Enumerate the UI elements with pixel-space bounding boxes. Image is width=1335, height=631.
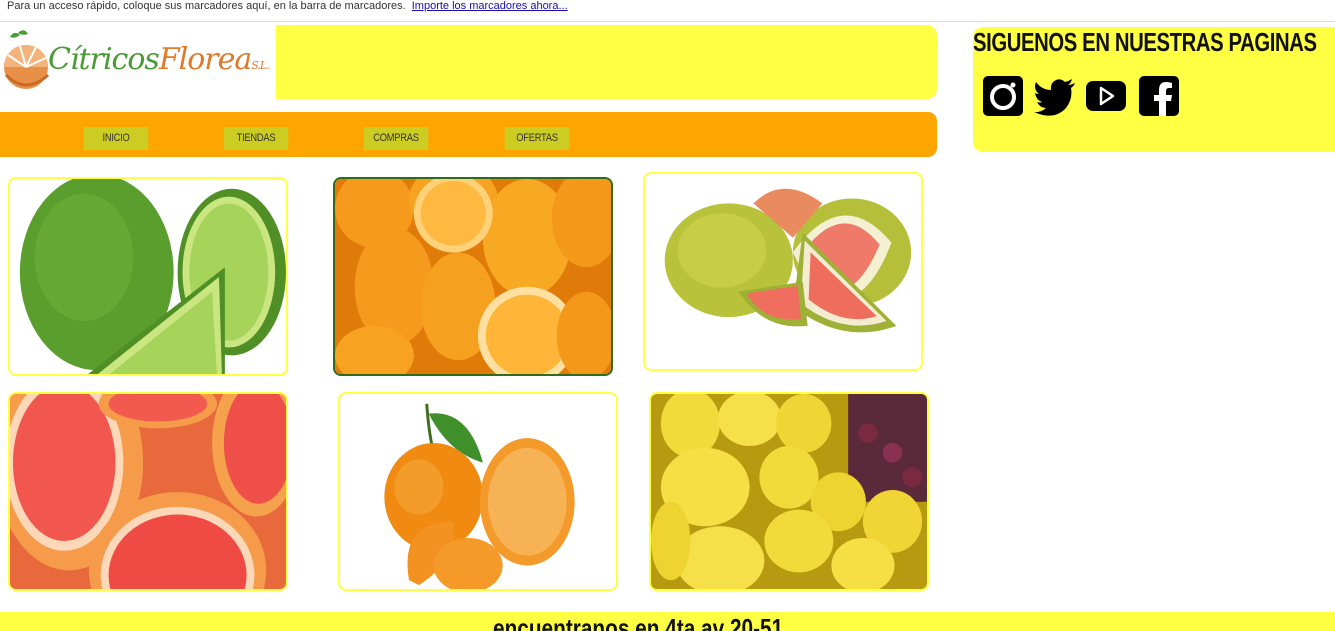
lemons-image: [651, 394, 927, 589]
youtube-icon[interactable]: [1085, 75, 1127, 117]
oranges-image: [335, 179, 611, 374]
nav-ofertas[interactable]: OFERTAS: [504, 127, 570, 150]
import-bookmarks-link[interactable]: Importe los marcadores ahora...: [412, 0, 568, 12]
logo-text: CítricosFloreaS.L.: [48, 42, 270, 77]
nav-inicio[interactable]: INICIO: [83, 127, 149, 150]
oranges-tile[interactable]: [333, 177, 613, 376]
bookmarks-bar: Para un acceso rápido, coloque sus marca…: [0, 0, 1335, 22]
logo[interactable]: CítricosFloreaS.L.: [0, 25, 276, 100]
pomelo-tile[interactable]: [643, 172, 923, 371]
social-panel: SIGUENOS EN NUESTRAS PAGINAS: [973, 27, 1335, 152]
limes-image: [19, 179, 286, 374]
pomelo-image: [664, 188, 912, 333]
logo-suffix: S.L.: [251, 59, 269, 72]
mandarins-image: [384, 403, 575, 589]
facebook-icon[interactable]: [1138, 75, 1180, 117]
nav-compras[interactable]: COMPRAS: [363, 127, 429, 150]
main-nav: INICIO TIENDAS COMPRAS OFERTAS: [0, 112, 937, 157]
lemons-tile[interactable]: [649, 392, 929, 591]
logo-word-2: Florea: [158, 42, 252, 77]
twitter-icon[interactable]: [1034, 75, 1076, 117]
social-title: SIGUENOS EN NUESTRAS PAGINAS: [973, 27, 1317, 57]
header-banner: [276, 25, 937, 99]
bookmarks-message: Para un acceso rápido, coloque sus marca…: [7, 0, 406, 12]
footer-strip: encuentranos en 4ta av 20-51: [0, 612, 1335, 631]
limes-tile[interactable]: [8, 177, 288, 376]
footer-address: encuentranos en 4ta av 20-51: [493, 613, 784, 631]
mandarins-tile[interactable]: [338, 392, 618, 591]
logo-word-1: Cítricos: [48, 42, 160, 77]
nav-tiendas[interactable]: TIENDAS: [223, 127, 289, 150]
instagram-icon[interactable]: [982, 75, 1024, 117]
grapefruits-tile[interactable]: [8, 392, 288, 591]
grapefruits-image: [10, 394, 286, 589]
